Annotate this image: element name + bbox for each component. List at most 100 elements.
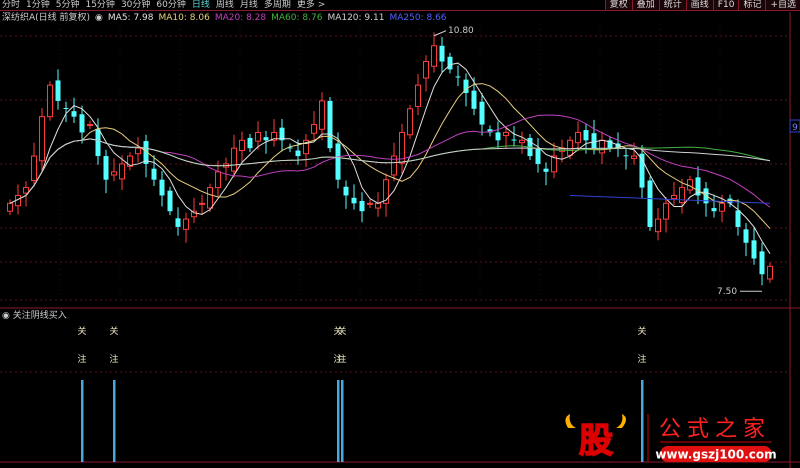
tab-3[interactable]: 15分钟 <box>85 0 114 10</box>
candle-body <box>87 124 93 127</box>
settings-icon[interactable]: ◉ <box>2 311 13 321</box>
tab-9[interactable]: 多周期 <box>264 0 291 10</box>
toolbar-button-6[interactable]: +自选 <box>765 0 800 10</box>
toolbar-button-4[interactable]: F10 <box>712 0 739 10</box>
candle-body <box>7 202 13 212</box>
candle-body <box>335 143 341 180</box>
candle-body <box>71 111 77 117</box>
logo-icon: 股 <box>579 421 613 461</box>
candle-body <box>439 45 445 62</box>
candle-body <box>591 133 597 149</box>
candle-body <box>455 76 461 78</box>
toolbar-button-2[interactable]: 统计 <box>658 0 686 10</box>
candle-body <box>511 139 517 141</box>
candle-body <box>663 202 669 220</box>
candle-body <box>495 132 501 141</box>
candle-body <box>719 202 725 212</box>
tab-0[interactable]: 分时 <box>2 0 20 10</box>
candle-body <box>735 210 741 227</box>
indicator-title: ◉ 关注阴线买入 <box>2 311 67 321</box>
signal-char: 关 <box>637 325 646 337</box>
candle-body <box>447 56 453 70</box>
candle-body <box>183 218 189 230</box>
high-label: 10.80 <box>448 26 474 36</box>
candle-body <box>199 202 205 205</box>
candle-body <box>431 45 437 67</box>
candle-body <box>567 139 573 156</box>
signal-char: 注 <box>109 353 118 365</box>
candle-body <box>519 139 525 144</box>
tab-5[interactable]: 60分钟 <box>156 0 185 10</box>
candle-body <box>647 180 653 227</box>
toolbar-button-1[interactable]: 叠加 <box>631 0 659 10</box>
candle-body <box>359 200 365 212</box>
candle-body <box>31 155 37 181</box>
candle-body <box>255 131 261 142</box>
tab-10[interactable]: 更多 > <box>297 0 325 10</box>
candle-body <box>39 116 45 162</box>
candle-body <box>711 208 717 212</box>
candle-body <box>263 137 269 141</box>
signal-bar <box>81 380 84 462</box>
signal-bar <box>113 380 116 462</box>
toolbar-right: 复权 叠加 统计 画线 F10 标记 +自选 <box>604 0 800 10</box>
ma250-value: MA250: 8.66 <box>389 13 447 23</box>
candle-body <box>159 179 165 196</box>
toolbar-button-5[interactable]: 标记 <box>738 0 766 10</box>
signal-char: 关 <box>337 325 346 337</box>
candle-body <box>543 168 549 172</box>
candle-body <box>471 90 477 109</box>
candle-body <box>535 148 541 164</box>
ma10-line <box>9 83 771 229</box>
signal-char: 注 <box>337 353 346 365</box>
candle-body <box>231 147 237 172</box>
candle-body <box>407 108 413 136</box>
signal-char: 关 <box>109 325 118 337</box>
candle-body <box>151 168 157 180</box>
candle-body <box>351 197 357 204</box>
candle-body <box>631 155 637 159</box>
tab-8[interactable]: 月线 <box>240 0 258 10</box>
tab-2[interactable]: 5分钟 <box>56 0 80 10</box>
candle-body <box>599 139 605 154</box>
ma5-value: MA5: 7.98 <box>107 13 154 23</box>
candle-body <box>343 186 349 196</box>
toolbar-button-0[interactable]: 复权 <box>604 0 632 10</box>
low-label: 7.50 <box>717 287 737 297</box>
tab-1[interactable]: 1分钟 <box>26 0 50 10</box>
kline-chart[interactable]: 910.807.50关注关注关注关注关注 <box>0 0 800 468</box>
signal-char: 注 <box>637 353 646 365</box>
candle-body <box>167 190 173 212</box>
candle-body <box>63 108 69 109</box>
candle-body <box>119 163 125 180</box>
candle-body <box>367 202 373 205</box>
candle-body <box>79 114 85 133</box>
ma60-value: MA60: 8.76 <box>271 13 323 23</box>
ma120-value: MA120: 9.11 <box>327 13 385 23</box>
logo-url: www.gszj100.com <box>655 448 776 462</box>
candle-body <box>311 124 317 134</box>
candle-body <box>479 101 485 125</box>
candle-body <box>423 61 429 79</box>
candle-body <box>295 150 301 157</box>
candle-body <box>135 147 141 155</box>
axis-label: 9 <box>792 123 798 133</box>
tab-7[interactable]: 周线 <box>216 0 234 10</box>
candle-body <box>207 187 213 209</box>
tab-6[interactable]: 日线 <box>192 0 210 10</box>
candle-body <box>239 139 245 152</box>
tab-4[interactable]: 30分钟 <box>121 0 150 10</box>
candle-body <box>583 130 589 141</box>
ma-info-bar: 深纺织A(日线 前复权) ◉ MA5: 7.98 MA10: 8.06 MA20… <box>2 13 447 23</box>
settings-icon[interactable]: ◉ <box>95 13 103 23</box>
candle-body <box>759 251 765 275</box>
ma20-value: MA20: 8.28 <box>214 13 267 23</box>
signal-char: 关 <box>77 325 86 337</box>
ma10-value: MA10: 8.06 <box>158 13 210 23</box>
candle-body <box>23 187 29 194</box>
candle-body <box>327 100 333 149</box>
candle-body <box>175 218 181 227</box>
candle-body <box>103 156 109 180</box>
candle-body <box>47 84 53 118</box>
toolbar-button-3[interactable]: 画线 <box>685 0 713 10</box>
